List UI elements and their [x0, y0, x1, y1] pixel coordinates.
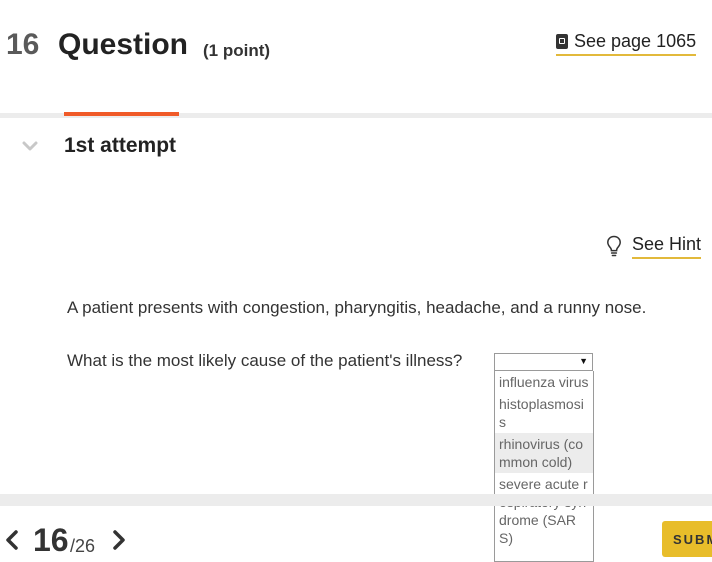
answer-option[interactable]: influenza virus	[495, 371, 593, 393]
footer-divider	[0, 494, 712, 506]
answer-option[interactable]: histoplasmosis	[495, 393, 593, 433]
question-number: 16	[6, 28, 40, 61]
dropdown-arrow-icon: ▼	[579, 356, 588, 366]
attempt-label: 1st attempt	[64, 134, 177, 157]
question-title: Question	[58, 28, 189, 61]
see-hint-link[interactable]: See Hint	[606, 233, 702, 259]
ebook-icon	[556, 33, 568, 49]
answer-option-highlighted[interactable]: rhinovirus (common cold)	[495, 433, 593, 473]
question-text: A patient presents with congestion, phar…	[67, 298, 647, 317]
current-page-number: 16	[33, 522, 69, 558]
chevron-right-icon[interactable]	[111, 529, 127, 551]
answer-select[interactable]: ▼	[494, 353, 593, 371]
total-pages: /26	[70, 536, 96, 556]
lightbulb-icon	[607, 235, 621, 257]
see-page-label: See page 1065	[574, 30, 697, 51]
see-hint-label: See Hint	[632, 234, 702, 259]
see-page-link[interactable]: See page 1065	[556, 28, 697, 56]
chevron-left-icon[interactable]	[4, 529, 20, 551]
submit-button[interactable]: SUBMIT	[662, 521, 712, 557]
question-prompt: What is the most likely cause of the pat…	[67, 351, 463, 370]
answer-option[interactable]: severe acute respiratory syndrome (SARS)	[495, 473, 593, 549]
attempt-tab-indicator	[64, 112, 179, 116]
question-points: (1 point)	[203, 41, 271, 60]
question-page: 16 Question (1 point) See page 1065 1st …	[0, 0, 712, 562]
chevron-down-icon[interactable]	[22, 138, 38, 154]
answer-options-list[interactable]: influenza virus histoplasmosis rhinoviru…	[494, 371, 594, 562]
